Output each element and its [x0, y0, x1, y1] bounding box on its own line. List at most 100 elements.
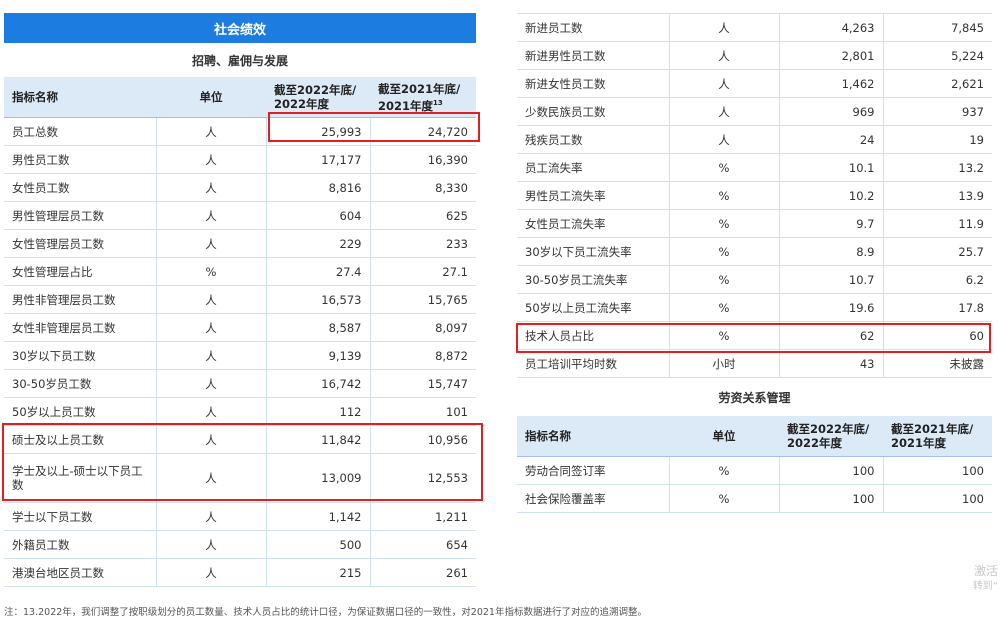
row-name: 硕士及以上员工数 [4, 425, 156, 454]
row-value-2022: 2,801 [779, 41, 884, 70]
row-name: 新进女性员工数 [517, 69, 669, 98]
row-value-2021: 261 [370, 558, 476, 587]
header-name: 指标名称 [4, 77, 156, 118]
row-name: 男性非管理层员工数 [4, 285, 156, 314]
row-name: 女性非管理层员工数 [4, 313, 156, 342]
row-value-2022: 8,587 [266, 313, 371, 342]
labor-header-row: 指标名称 单位 截至2022年底/2022年度 截至2021年底/2021年度 [517, 416, 992, 457]
row-value-2021: 625 [370, 201, 476, 230]
row-value-2022: 100 [779, 456, 884, 485]
row-unit: % [668, 456, 780, 485]
row-value-2021: 10,956 [370, 425, 476, 454]
row-unit: % [155, 257, 267, 286]
right-panel: 新进员工数人 4,263 7,845 新进男性员工数人 2,801 5,224 新进女性员工… [517, 13, 992, 378]
table-row: 外籍员工数人 500 654 [4, 530, 476, 559]
row-name: 50岁以上员工流失率 [517, 293, 669, 322]
table-row: 男性非管理层员工数人 16,573 15,765 [4, 285, 476, 314]
row-name: 50岁以上员工数 [4, 397, 156, 426]
table-row: 学士以下员工数人 1,142 1,211 [4, 502, 476, 531]
table-row: 新进员工数人 4,263 7,845 [517, 13, 992, 42]
row-name: 男性员工流失率 [517, 181, 669, 210]
row-value-2021: 17.8 [883, 293, 992, 322]
row-name: 男性管理层员工数 [4, 201, 156, 230]
row-value-2021: 101 [370, 397, 476, 426]
row-unit: % [668, 484, 780, 513]
row-name: 外籍员工数 [4, 530, 156, 559]
row-value-2021: 6.2 [883, 265, 992, 294]
row-unit: % [668, 321, 780, 350]
labor-table: 指标名称 单位 截至2022年底/2022年度 截至2021年底/2021年度 … [517, 416, 992, 513]
row-value-2022: 8,816 [266, 173, 371, 202]
table-row: 少数民族员工数人 969 937 [517, 97, 992, 126]
footnote: 注：13.2022年，我们调整了按职级划分的员工数量、技术人员占比的统计口径，为… [4, 607, 647, 618]
row-unit: 人 [155, 201, 267, 230]
table-row: 女性员工数人 8,816 8,330 [4, 173, 476, 202]
row-value-2022: 229 [266, 229, 371, 258]
row-unit: 人 [155, 117, 267, 146]
row-value-2022: 9,139 [266, 341, 371, 370]
row-value-2021: 937 [883, 97, 992, 126]
row-name: 劳动合同签订率 [517, 456, 669, 485]
table-row: 30-50岁员工流失率% 10.7 6.2 [517, 265, 992, 294]
row-value-2022: 11,842 [266, 425, 371, 454]
row-value-2022: 969 [779, 97, 884, 126]
row-unit: % [668, 181, 780, 210]
row-value-2022: 17,177 [266, 145, 371, 174]
row-name: 员工总数 [4, 117, 156, 146]
row-name: 新进员工数 [517, 13, 669, 42]
row-unit: 人 [668, 125, 780, 154]
row-value-2021: 未披露 [883, 349, 992, 378]
recruitment-table: 指标名称 单位 截至2022年底/2022年度 截至2021年底/2021年度1… [4, 77, 476, 587]
table-row: 男性管理层员工数人 604 625 [4, 201, 476, 230]
table-row: 30岁以下员工数人 9,139 8,872 [4, 341, 476, 370]
activation-watermark: 激活 转到“ [972, 564, 998, 592]
row-value-2022: 500 [266, 530, 371, 559]
row-unit: 人 [155, 502, 267, 531]
row-value-2021: 5,224 [883, 41, 992, 70]
turnover-table: 新进员工数人 4,263 7,845 新进男性员工数人 2,801 5,224 新进女性员工… [517, 13, 992, 378]
row-value-2022: 215 [266, 558, 371, 587]
row-name: 30-50岁员工流失率 [517, 265, 669, 294]
row-name: 残疾员工数 [517, 125, 669, 154]
row-name: 30-50岁员工数 [4, 369, 156, 398]
row-value-2021: 1,211 [370, 502, 476, 531]
labor-header-2022: 截至2022年底/2022年度 [779, 416, 883, 457]
row-value-2021: 13.9 [883, 181, 992, 210]
row-unit: % [668, 153, 780, 182]
row-value-2022: 10.1 [779, 153, 884, 182]
header-2022: 截至2022年底/2022年度 [266, 77, 370, 118]
labor-table-body: 劳动合同签订率% 100 100 社会保险覆盖率% 100 100 [517, 456, 992, 513]
row-unit: % [668, 293, 780, 322]
left-panel: 社会绩效 招聘、雇佣与发展 指标名称 单位 截至2022年底/2022年度 截至… [4, 13, 476, 587]
row-value-2022: 19.6 [779, 293, 884, 322]
row-unit: 人 [155, 285, 267, 314]
table-row: 劳动合同签订率% 100 100 [517, 456, 992, 485]
row-value-2021: 15,747 [370, 369, 476, 398]
row-value-2022: 604 [266, 201, 371, 230]
turnover-table-body: 新进员工数人 4,263 7,845 新进男性员工数人 2,801 5,224 新进女性员工… [517, 13, 992, 378]
row-value-2022: 1,462 [779, 69, 884, 98]
row-unit: 人 [155, 369, 267, 398]
recruitment-subtitle: 招聘、雇佣与发展 [191, 53, 288, 68]
row-value-2021: 25.7 [883, 237, 992, 266]
row-name: 学士及以上-硕士以下员工数 [4, 453, 156, 503]
row-name: 女性管理层占比 [4, 257, 156, 286]
row-unit: 人 [668, 41, 780, 70]
table-row: 女性非管理层员工数人 8,587 8,097 [4, 313, 476, 342]
labor-relations-title: 劳资关系管理 [718, 391, 791, 405]
table-row: 女性管理层员工数人 229 233 [4, 229, 476, 258]
table-row: 新进女性员工数人 1,462 2,621 [517, 69, 992, 98]
row-value-2022: 16,742 [266, 369, 371, 398]
row-value-2021: 24,720 [370, 117, 476, 146]
row-value-2022: 25,993 [266, 117, 371, 146]
row-value-2021: 233 [370, 229, 476, 258]
row-value-2021: 8,330 [370, 173, 476, 202]
row-unit: 人 [155, 453, 267, 503]
row-value-2021: 27.1 [370, 257, 476, 286]
table-row: 女性管理层占比% 27.4 27.1 [4, 257, 476, 286]
row-value-2021: 8,872 [370, 341, 476, 370]
row-value-2022: 1,142 [266, 502, 371, 531]
row-unit: % [668, 209, 780, 238]
row-unit: 人 [155, 173, 267, 202]
row-value-2021: 8,097 [370, 313, 476, 342]
